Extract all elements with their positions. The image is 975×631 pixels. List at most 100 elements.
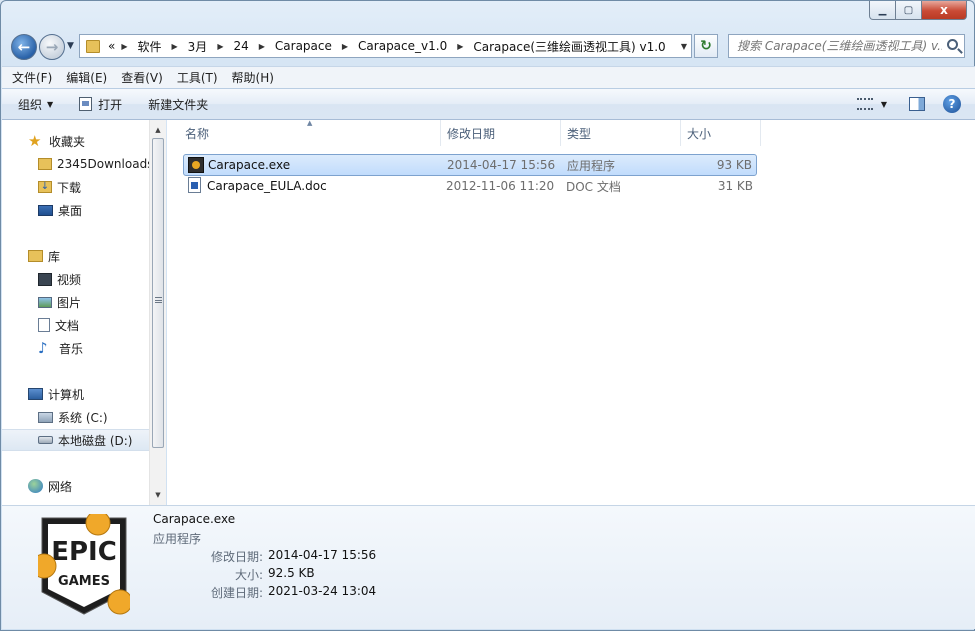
maximize-button[interactable]: ▢ — [896, 1, 922, 20]
download-folder-icon: ↓ — [38, 181, 52, 193]
minimize-icon: ▁ — [878, 4, 887, 16]
chevron-right-icon[interactable]: ▶ — [342, 42, 348, 51]
column-header-date[interactable]: 修改日期 — [441, 120, 561, 146]
open-label: 打开 — [98, 97, 123, 112]
drive-icon — [38, 436, 53, 444]
nav-favorites[interactable]: ★ 收藏夹 — [2, 130, 149, 152]
preview-pane-icon[interactable] — [909, 97, 925, 111]
computer-icon — [28, 388, 43, 400]
breadcrumb-item[interactable]: Carapace_v1.0 — [358, 39, 447, 53]
search-box[interactable] — [728, 34, 965, 58]
back-button[interactable]: ← — [11, 34, 37, 60]
search-icon[interactable] — [947, 39, 958, 50]
refresh-button[interactable]: ↻ — [694, 34, 718, 58]
chevron-down-icon[interactable]: ▼ — [881, 100, 887, 109]
search-input[interactable] — [737, 39, 942, 53]
new-folder-button[interactable]: 新建文件夹 — [148, 96, 208, 113]
details-file-type: 应用程序 — [153, 532, 202, 546]
details-modified-value: 2014-04-17 15:56 — [268, 548, 377, 562]
file-date: 2014-04-17 15:56 — [447, 158, 556, 172]
file-name: Carapace.exe — [208, 158, 291, 172]
details-created-value: 2021-03-24 13:04 — [268, 584, 377, 598]
file-size: 31 KB — [717, 179, 753, 193]
recent-pages-button[interactable]: ▼ — [67, 41, 74, 51]
nav-scrollbar[interactable]: ▲ ▼ — [149, 120, 166, 505]
nav-item-desktop[interactable]: 桌面 — [2, 199, 149, 221]
forward-button[interactable]: → — [39, 34, 65, 60]
menu-view[interactable]: 查看(V) — [121, 69, 163, 86]
scroll-thumb[interactable] — [152, 138, 164, 448]
nav-computer[interactable]: 计算机 — [2, 383, 149, 405]
scroll-down-icon[interactable]: ▼ — [150, 487, 166, 503]
file-row[interactable]: Carapace.exe 2014-04-17 15:56 应用程序 93 KB — [183, 154, 757, 176]
menu-edit[interactable]: 编辑(E) — [66, 69, 107, 86]
nav-item-label: 视频 — [57, 272, 82, 287]
document-icon — [38, 318, 50, 332]
breadcrumb-item[interactable]: Carapace — [275, 39, 332, 53]
nav-item-label: 音乐 — [59, 341, 84, 356]
help-icon[interactable]: ? — [943, 95, 961, 113]
breadcrumb-item[interactable]: 3月 — [188, 38, 208, 55]
details-size-value: 92.5 KB — [268, 566, 315, 580]
nav-item-music[interactable]: ♪ 音乐 — [2, 337, 149, 359]
svg-text:GAMES: GAMES — [58, 574, 110, 589]
nav-item-pictures[interactable]: 图片 — [2, 291, 149, 313]
desktop-icon — [38, 204, 53, 216]
breadcrumb-item[interactable]: Carapace(三维绘画透视工具) v1.0 — [473, 38, 665, 55]
column-header-size[interactable]: 大小 — [681, 120, 761, 146]
nav-item-videos[interactable]: 视频 — [2, 268, 149, 290]
details-modified-label: 修改日期: — [210, 550, 263, 564]
star-icon: ★ — [28, 132, 42, 150]
open-button[interactable]: 打开 — [79, 96, 122, 113]
menu-bar: 文件(F) 编辑(E) 查看(V) 工具(T) 帮助(H) — [2, 66, 975, 88]
chevron-right-icon[interactable]: ▶ — [172, 42, 178, 51]
chevron-right-icon[interactable]: ▶ — [259, 42, 265, 51]
minimize-button[interactable]: ▁ — [869, 1, 896, 20]
arrow-left-icon: ← — [17, 38, 31, 56]
menu-file[interactable]: 文件(F) — [12, 69, 52, 86]
nav-item-downloads[interactable]: ↓ 下载 — [2, 176, 149, 198]
breadcrumb-item[interactable]: 24 — [233, 39, 248, 53]
file-row[interactable]: Carapace_EULA.doc 2012-11-06 11:20 DOC 文… — [183, 175, 757, 197]
nav-item-drive-d[interactable]: 本地磁盘 (D:) — [2, 429, 149, 451]
explorer-window: ▁ ▢ x ← → ▼ « ▶ 软件 ▶ 3月 ▶ 24 ▶ Carapace … — [0, 0, 975, 631]
chevron-right-icon[interactable]: ▶ — [457, 42, 463, 51]
nav-libraries[interactable]: 库 — [2, 245, 149, 267]
nav-item-label: 系统 (C:) — [58, 410, 108, 425]
address-bar[interactable]: « ▶ 软件 ▶ 3月 ▶ 24 ▶ Carapace ▶ Carapace_v… — [79, 34, 692, 58]
nav-item-drive-c[interactable]: 系统 (C:) — [2, 406, 149, 428]
address-dropdown-icon[interactable]: ▼ — [681, 42, 687, 51]
chevron-right-icon[interactable]: ▶ — [217, 42, 223, 51]
nav-item-documents[interactable]: 文档 — [2, 314, 149, 336]
nav-libraries-label: 库 — [48, 249, 61, 264]
details-pane: EPIC GAMES Carapace.exe 应用程序 修改日期: 2014-… — [2, 505, 975, 629]
nav-item-2345downloads[interactable]: 2345Downloads — [2, 153, 149, 175]
menu-tools[interactable]: 工具(T) — [177, 69, 218, 86]
column-header-type[interactable]: 类型 — [561, 120, 681, 146]
nav-item-label: 下载 — [57, 180, 82, 195]
column-header-name[interactable]: 名称 — [179, 120, 441, 146]
library-icon — [28, 250, 43, 262]
refresh-icon: ↻ — [700, 38, 712, 54]
scroll-up-icon[interactable]: ▲ — [150, 122, 166, 138]
system-drive-icon — [38, 411, 53, 423]
music-icon: ♪ — [38, 339, 48, 357]
nav-computer-label: 计算机 — [48, 387, 85, 402]
open-icon — [79, 97, 93, 111]
file-list: ▲ 名称 修改日期 类型 大小 Carapace.exe 2014-04-17 … — [167, 119, 975, 505]
nav-network[interactable]: 网络 — [2, 475, 149, 497]
svg-text:EPIC: EPIC — [51, 537, 117, 567]
menu-help[interactable]: 帮助(H) — [232, 69, 274, 86]
organize-button[interactable]: 组织 ▼ — [18, 96, 53, 113]
breadcrumb: « ▶ 软件 ▶ 3月 ▶ 24 ▶ Carapace ▶ Carapace_v… — [108, 38, 666, 55]
close-button[interactable]: x — [922, 1, 967, 20]
epic-games-logo: EPIC GAMES — [38, 514, 130, 615]
views-icon[interactable] — [856, 98, 873, 110]
file-size: 93 KB — [716, 158, 752, 172]
organize-label: 组织 — [18, 97, 43, 112]
breadcrumb-item[interactable]: 软件 — [138, 38, 162, 55]
breadcrumb-overflow[interactable]: « — [108, 39, 115, 53]
chevron-down-icon: ▼ — [67, 41, 74, 51]
chevron-down-icon: ▼ — [47, 99, 54, 109]
file-date: 2012-11-06 11:20 — [446, 179, 555, 193]
